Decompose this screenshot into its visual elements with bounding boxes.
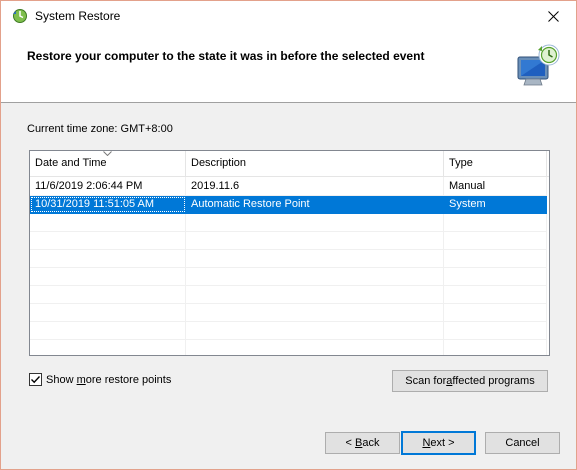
cell-type: Manual: [449, 180, 486, 192]
computer-restore-icon: [517, 44, 560, 86]
next-button[interactable]: Next >: [401, 431, 476, 455]
show-more-checkbox[interactable]: [29, 373, 42, 386]
header-area: Restore your computer to the state it wa…: [1, 31, 576, 103]
column-label-description: Description: [191, 157, 247, 169]
column-header-description[interactable]: Description: [186, 151, 444, 176]
cell-date: 11/6/2019 2:06:44 PM: [35, 180, 143, 192]
empty-row: [30, 214, 547, 232]
dialog-body: Current time zone: GMT+8:00 Date and Tim…: [1, 103, 576, 469]
empty-row: [30, 322, 547, 340]
cell-date: 10/31/2019 11:51:05 AM: [30, 196, 186, 213]
show-more-restore-points-option[interactable]: Show more restore points: [29, 373, 171, 386]
show-more-label: Show more restore points: [46, 373, 172, 386]
empty-row: [30, 232, 547, 250]
empty-row: [30, 268, 547, 286]
table-row[interactable]: 11/6/2019 2:06:44 PM 2019.11.6 Manual: [30, 178, 547, 196]
column-header-date[interactable]: Date and Time: [30, 151, 186, 176]
system-restore-icon: [13, 9, 27, 23]
table-header: Date and Time Description Type: [30, 151, 549, 177]
title-bar[interactable]: System Restore: [1, 1, 576, 31]
empty-row: [30, 250, 547, 268]
empty-row: [30, 304, 547, 322]
window-title: System Restore: [35, 9, 121, 23]
cell-description: 2019.11.6: [191, 180, 240, 192]
cancel-button[interactable]: Cancel: [485, 432, 560, 454]
sort-descending-icon: [103, 151, 112, 156]
back-button[interactable]: < Back: [325, 432, 400, 454]
empty-row: [30, 286, 547, 304]
close-icon: [548, 10, 559, 22]
scan-affected-programs-button[interactable]: Scan for a ffected programs: [392, 370, 548, 392]
restore-points-table[interactable]: Date and Time Description Type 11/6/2019…: [29, 150, 550, 356]
current-timezone: Current time zone: GMT+8:00: [27, 123, 173, 135]
page-heading: Restore your computer to the state it wa…: [27, 49, 425, 63]
cell-description: Automatic Restore Point: [191, 198, 310, 210]
close-button[interactable]: [531, 1, 576, 31]
column-label-date: Date and Time: [35, 157, 107, 169]
column-header-type[interactable]: Type: [444, 151, 547, 176]
cell-type: System: [449, 198, 486, 210]
table-row-selected[interactable]: 10/31/2019 11:51:05 AM Automatic Restore…: [30, 196, 547, 214]
system-restore-window: System Restore Restore your computer to …: [0, 0, 577, 470]
checkmark-icon: [31, 376, 41, 384]
column-label-type: Type: [449, 157, 473, 169]
